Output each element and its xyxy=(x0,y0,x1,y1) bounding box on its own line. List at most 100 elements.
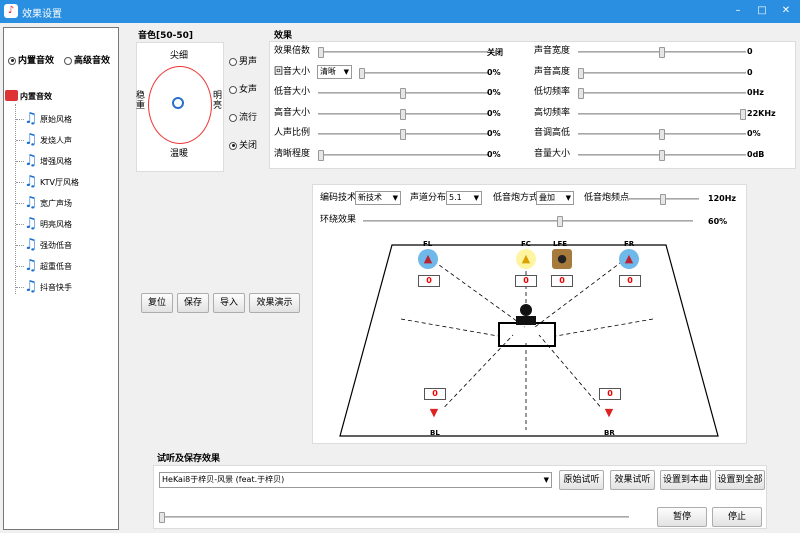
tree-item[interactable]: ♫ 增强风格 xyxy=(20,152,120,170)
effect-slider[interactable] xyxy=(578,129,746,140)
speaker-label-bl: BL xyxy=(430,429,440,437)
speaker-label-fc: FC xyxy=(521,240,531,248)
effect-slider[interactable] xyxy=(578,47,746,58)
speaker-label-lfe: LFE xyxy=(553,240,568,248)
voice-option[interactable]: 关闭 xyxy=(229,141,257,152)
surround-panel: 编码技术 新技术 ▼ 声道分布 5.1 ▼ 低音炮方式 叠加 ▼ 低音炮频点 120H… xyxy=(312,184,747,444)
effect-label: 高切频率 xyxy=(534,107,571,118)
tree-item[interactable]: ♫ 强劲低音 xyxy=(20,236,120,254)
voice-option[interactable]: 流行 xyxy=(229,113,257,124)
tree-item[interactable]: ♫ 超重低音 xyxy=(20,257,120,275)
tone-left-label: 稳重 xyxy=(136,91,146,111)
pause-button[interactable]: 暂停 xyxy=(657,507,707,527)
music-note-icon: ♫ xyxy=(24,130,38,148)
speaker-label-fl: FL xyxy=(423,240,433,248)
effect-value: 0% xyxy=(487,129,501,138)
music-note-icon: ♫ xyxy=(24,256,38,274)
effect-value: 0 xyxy=(747,67,753,77)
effect-value: 0% xyxy=(747,129,761,138)
tone-panel: 尖细 温暖 稳重 明亮 xyxy=(136,42,224,172)
tree-item-label: KTV厅风格 xyxy=(40,178,79,187)
original-preview-button[interactable]: 原始试听 xyxy=(559,470,604,490)
maximize-button[interactable]: □ xyxy=(754,3,770,19)
radio-icon xyxy=(8,56,16,65)
effect-value: 0% xyxy=(487,149,501,159)
sidebar: 内置音效 高级音效 内置音效 ♫ 原始风格 ♫ 发烧人声 ♫ 增强风格 ♫ KTV厅风格 ♫ 宽广… xyxy=(3,27,119,530)
tree-item[interactable]: ♫ 宽广声场 xyxy=(20,194,120,212)
effect-label: 声音高度 xyxy=(534,66,571,77)
effect-label: 效果倍数 xyxy=(274,46,311,56)
speaker-fc-value[interactable]: 0 xyxy=(515,275,537,287)
tree-item[interactable]: ♫ 发烧人声 xyxy=(20,131,120,149)
set-all-button[interactable]: 设置到全部 xyxy=(715,470,765,490)
effect-label: 音调高低 xyxy=(534,128,571,138)
tone-top-label: 尖细 xyxy=(170,51,189,61)
voice-option[interactable]: 女声 xyxy=(229,85,257,96)
music-note-icon: ♫ xyxy=(24,193,38,211)
voice-option-label: 男声 xyxy=(239,57,258,67)
effect-value: 0% xyxy=(487,88,501,97)
window-title: 效果设置 xyxy=(22,9,62,20)
tree-item-label: 增强风格 xyxy=(40,157,72,166)
effect-slider[interactable] xyxy=(578,108,746,120)
speaker-br-icon[interactable]: ▼ xyxy=(599,403,619,423)
tree-item[interactable]: ♫ 抖音快手 xyxy=(20,278,120,296)
mode-advanced[interactable]: 高级音效 xyxy=(64,56,110,67)
close-button[interactable]: ✕ xyxy=(778,3,794,19)
music-note-icon: ♫ xyxy=(24,235,38,253)
effect-slider[interactable] xyxy=(318,88,488,99)
speaker-lfe-value[interactable]: 0 xyxy=(551,275,573,287)
title-bar: ♪ 效果设置 – □ ✕ xyxy=(0,0,800,23)
preview-title: 试听及保存效果 xyxy=(157,454,221,464)
radio-icon xyxy=(229,113,237,122)
chevron-down-icon: ▼ xyxy=(543,476,549,484)
stop-button[interactable]: 停止 xyxy=(712,507,762,527)
tree-root[interactable]: 内置音效 xyxy=(20,91,52,102)
effect-slider[interactable] xyxy=(578,67,746,79)
effect-value: 0dB xyxy=(747,149,765,159)
speaker-br-value[interactable]: 0 xyxy=(599,388,621,400)
import-button[interactable]: 导入 xyxy=(213,293,245,313)
effect-slider[interactable] xyxy=(359,67,488,79)
effect-slider[interactable] xyxy=(578,88,746,99)
mode-builtin[interactable]: 内置音效 xyxy=(8,56,54,67)
tree-item[interactable]: ♫ KTV厅风格 xyxy=(20,173,120,191)
tone-bottom-label: 温暖 xyxy=(170,149,189,159)
speaker-fr-icon[interactable]: ▲ xyxy=(619,249,639,269)
tree-item[interactable]: ♫ 明亮风格 xyxy=(20,215,120,233)
effect-slider[interactable] xyxy=(318,149,488,161)
radio-icon xyxy=(229,57,237,66)
effect-slider[interactable] xyxy=(318,47,488,58)
music-note-icon: ♫ xyxy=(24,277,38,295)
speaker-fl-icon[interactable]: ▲ xyxy=(418,249,438,269)
progress-slider[interactable] xyxy=(159,512,629,523)
music-note-icon: ♫ xyxy=(24,109,38,127)
speaker-fc-icon[interactable]: ▲ xyxy=(516,249,536,269)
speaker-fl-value[interactable]: 0 xyxy=(418,275,440,287)
effect-label: 低音大小 xyxy=(274,87,311,97)
speaker-bl-icon[interactable]: ▼ xyxy=(424,403,444,423)
effect-slider[interactable] xyxy=(578,149,746,161)
effect-preview-button[interactable]: 效果试听 xyxy=(610,470,655,490)
tone-crosshair-icon[interactable] xyxy=(172,97,184,109)
speaker-bl-value[interactable]: 0 xyxy=(424,388,446,400)
song-value: HeKai8于梓贝-风景 (feat.于梓贝) xyxy=(162,475,285,484)
speaker-fr-value[interactable]: 0 xyxy=(619,275,641,287)
tree-item[interactable]: ♫ 原始风格 xyxy=(20,110,120,128)
speaker-label-br: BR xyxy=(604,429,615,437)
set-song-button[interactable]: 设置到本曲 xyxy=(660,470,711,490)
effect-slider[interactable] xyxy=(318,108,488,120)
minimize-button[interactable]: – xyxy=(730,3,746,19)
echo-select[interactable]: 清晰 ▼ xyxy=(317,64,352,79)
effect-value: 0Hz xyxy=(747,88,764,97)
effect-slider[interactable] xyxy=(318,129,488,140)
song-select[interactable]: HeKai8于梓贝-风景 (feat.于梓贝) ▼ xyxy=(159,472,552,488)
demo-button[interactable]: 效果演示 xyxy=(249,293,300,313)
reset-button[interactable]: 复位 xyxy=(141,293,173,313)
speaker-lfe-icon[interactable]: ● xyxy=(552,249,572,269)
save-button[interactable]: 保存 xyxy=(177,293,209,313)
tree-item-label: 抖音快手 xyxy=(40,283,72,292)
effect-value: 22KHz xyxy=(747,108,776,118)
radio-icon xyxy=(229,85,237,94)
voice-option[interactable]: 男声 xyxy=(229,57,257,68)
